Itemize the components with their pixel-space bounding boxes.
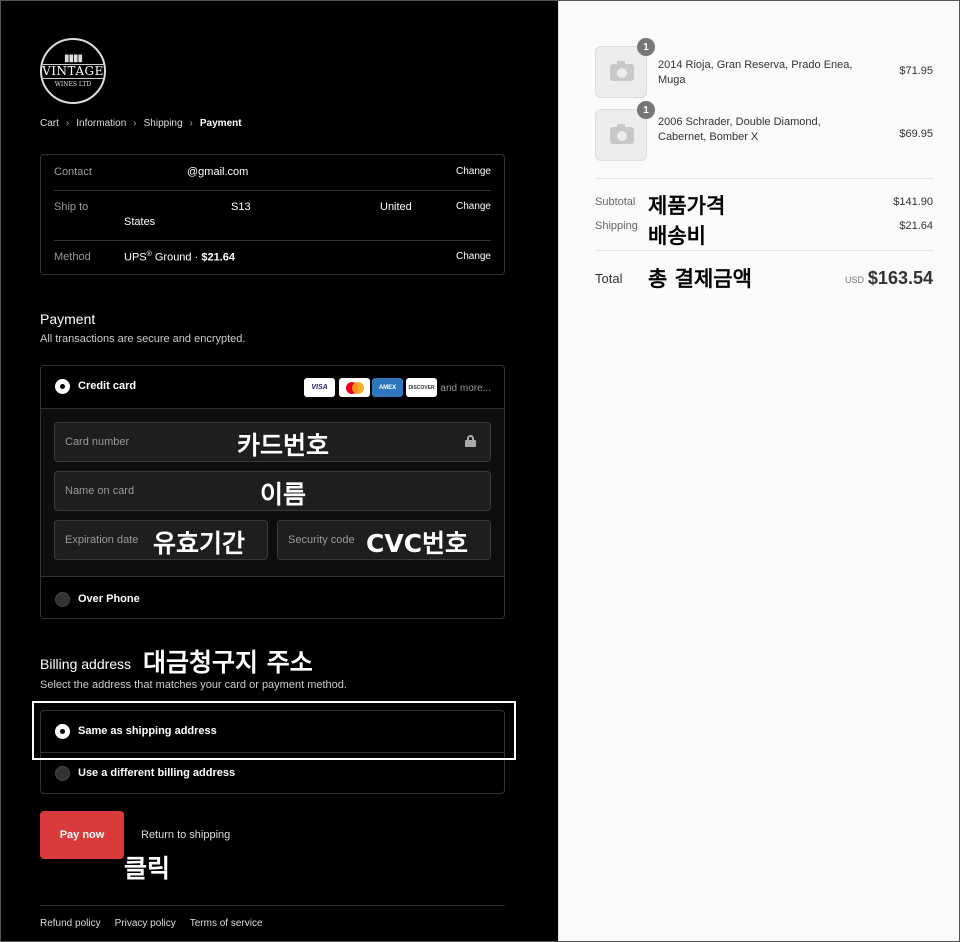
order-summary-panel: 1 2014 Rioja, Gran Reserva, Prado Enea, …	[558, 0, 960, 942]
expiration-annotation: 유효기간	[153, 529, 246, 558]
payment-methods-box: Credit card VISA AMEX DISCOVER and more.…	[40, 365, 505, 619]
method-label: Method	[54, 251, 91, 263]
store-logo[interactable]: ▮▮▮▮ VINTAGE WINES LTD	[40, 38, 106, 104]
quantity-badge: 1	[637, 38, 655, 56]
subtotal-label: Subtotal	[595, 196, 636, 208]
lock-icon	[465, 435, 476, 447]
total-value: $163.54	[867, 268, 933, 288]
payment-heading: Payment	[40, 311, 96, 327]
expiration-date-placeholder: Expiration date	[65, 534, 139, 546]
amex-icon: AMEX	[372, 378, 403, 397]
credit-card-label[interactable]: Credit card	[78, 380, 136, 392]
name-on-card-placeholder: Name on card	[65, 485, 135, 497]
summary-divider	[595, 250, 934, 251]
over-phone-label[interactable]: Over Phone	[78, 593, 140, 605]
ship-to-label: Ship to	[54, 201, 89, 213]
different-billing-label[interactable]: Use a different billing address	[78, 767, 235, 779]
discover-icon: DISCOVER	[406, 378, 437, 397]
chevron-right-icon: ›	[189, 118, 193, 129]
breadcrumb-shipping[interactable]: Shipping	[144, 118, 183, 129]
chevron-right-icon: ›	[65, 118, 70, 129]
terms-of-service-link[interactable]: Terms of service	[190, 918, 263, 929]
shipping-label: Shipping	[595, 220, 638, 232]
change-contact-link[interactable]: Change	[456, 166, 491, 177]
product-price: $71.95	[899, 65, 933, 77]
product-name: 2006 Schrader, Double Diamond, Cabernet,…	[658, 116, 821, 143]
change-method-link[interactable]: Change	[456, 251, 491, 262]
divider	[54, 190, 491, 191]
ship-to-value-postcode: S13	[231, 201, 251, 213]
return-to-shipping-link[interactable]: Return to shipping	[141, 829, 230, 841]
breadcrumb-information[interactable]: Information	[76, 118, 126, 129]
breadcrumb: Cart › Information › Shipping › Payment	[40, 118, 242, 129]
method-price: $21.64	[201, 251, 235, 264]
over-phone-radio[interactable]	[55, 592, 70, 607]
camera-icon	[610, 124, 634, 144]
different-billing-radio[interactable]	[55, 766, 70, 781]
logo-line2: WINES LTD	[54, 81, 92, 88]
breadcrumb-payment: Payment	[199, 118, 242, 129]
change-ship-to-link[interactable]: Change	[456, 201, 491, 212]
logo-bottles-icon: ▮▮▮▮	[63, 53, 83, 64]
ship-to-value-country-cont: States	[124, 216, 156, 228]
mastercard-icon	[339, 378, 370, 397]
logo-line1: VINTAGE	[41, 64, 105, 79]
contact-value: @gmail.com	[187, 166, 249, 178]
security-code-placeholder: Security code	[288, 534, 355, 546]
click-annotation: 클릭	[124, 854, 171, 883]
credit-card-fields: Card number 카드번호 Name on card 이름 Expirat…	[41, 408, 504, 577]
refund-policy-link[interactable]: Refund policy	[40, 918, 101, 929]
contact-label: Contact	[54, 166, 92, 178]
more-cards-label: and more...	[440, 383, 491, 394]
privacy-policy-link[interactable]: Privacy policy	[115, 918, 176, 929]
security-annotation: CVC번호	[366, 529, 469, 558]
chevron-right-icon: ›	[133, 118, 137, 129]
order-review-box: Contact @gmail.com Change Ship to S13 Un…	[40, 154, 505, 275]
currency-code: USD	[844, 275, 864, 285]
highlight-box	[32, 701, 516, 760]
product-price: $69.95	[899, 128, 933, 140]
divider	[54, 240, 491, 241]
ship-to-value-country: United	[380, 201, 412, 213]
summary-divider	[595, 178, 934, 179]
billing-heading-text: Billing address	[40, 656, 132, 672]
visa-icon: VISA	[304, 378, 335, 397]
billing-annotation: 대금청구지 주소	[143, 648, 313, 677]
billing-heading: Billing address	[40, 656, 131, 672]
quantity-badge: 1	[637, 101, 655, 119]
shipping-value: $21.64	[899, 220, 933, 232]
subtotal-value: $141.90	[893, 196, 933, 208]
shipping-annotation: 배송비	[648, 224, 706, 248]
payment-subtext: All transactions are secure and encrypte…	[40, 333, 246, 345]
card-number-annotation: 카드번호	[237, 431, 330, 460]
card-number-placeholder: Card number	[65, 436, 130, 448]
name-on-card-field[interactable]: Name on card 이름	[54, 471, 491, 511]
camera-icon	[610, 61, 634, 81]
method-carrier: UPS	[124, 251, 147, 264]
expiration-date-field[interactable]: Expiration date 유효기간	[54, 520, 268, 560]
security-code-field[interactable]: Security code CVC번호	[277, 520, 491, 560]
total-label: Total	[595, 271, 623, 286]
pay-now-button[interactable]: Pay now	[40, 811, 124, 859]
checkout-main-panel: ▮▮▮▮ VINTAGE WINES LTD Cart › Informatio…	[0, 0, 558, 942]
total-annotation: 총 결제금액	[648, 267, 752, 291]
billing-subtext: Select the address that matches your car…	[40, 679, 347, 691]
footer-links: Refund policy Privacy policy Terms of se…	[40, 918, 263, 929]
card-number-field[interactable]: Card number 카드번호	[54, 422, 491, 462]
footer-divider	[40, 905, 505, 906]
method-service: Ground ·	[151, 251, 202, 264]
subtotal-annotation: 제품가격	[648, 194, 726, 218]
name-annotation: 이름	[260, 480, 307, 509]
method-value: UPS® Ground · $21.64	[124, 251, 235, 264]
mastercard-circles-icon	[345, 381, 364, 394]
breadcrumb-cart[interactable]: Cart	[40, 118, 59, 129]
product-name: 2014 Rioja, Gran Reserva, Prado Enea, Mu…	[658, 59, 853, 86]
credit-card-radio[interactable]	[55, 379, 70, 394]
